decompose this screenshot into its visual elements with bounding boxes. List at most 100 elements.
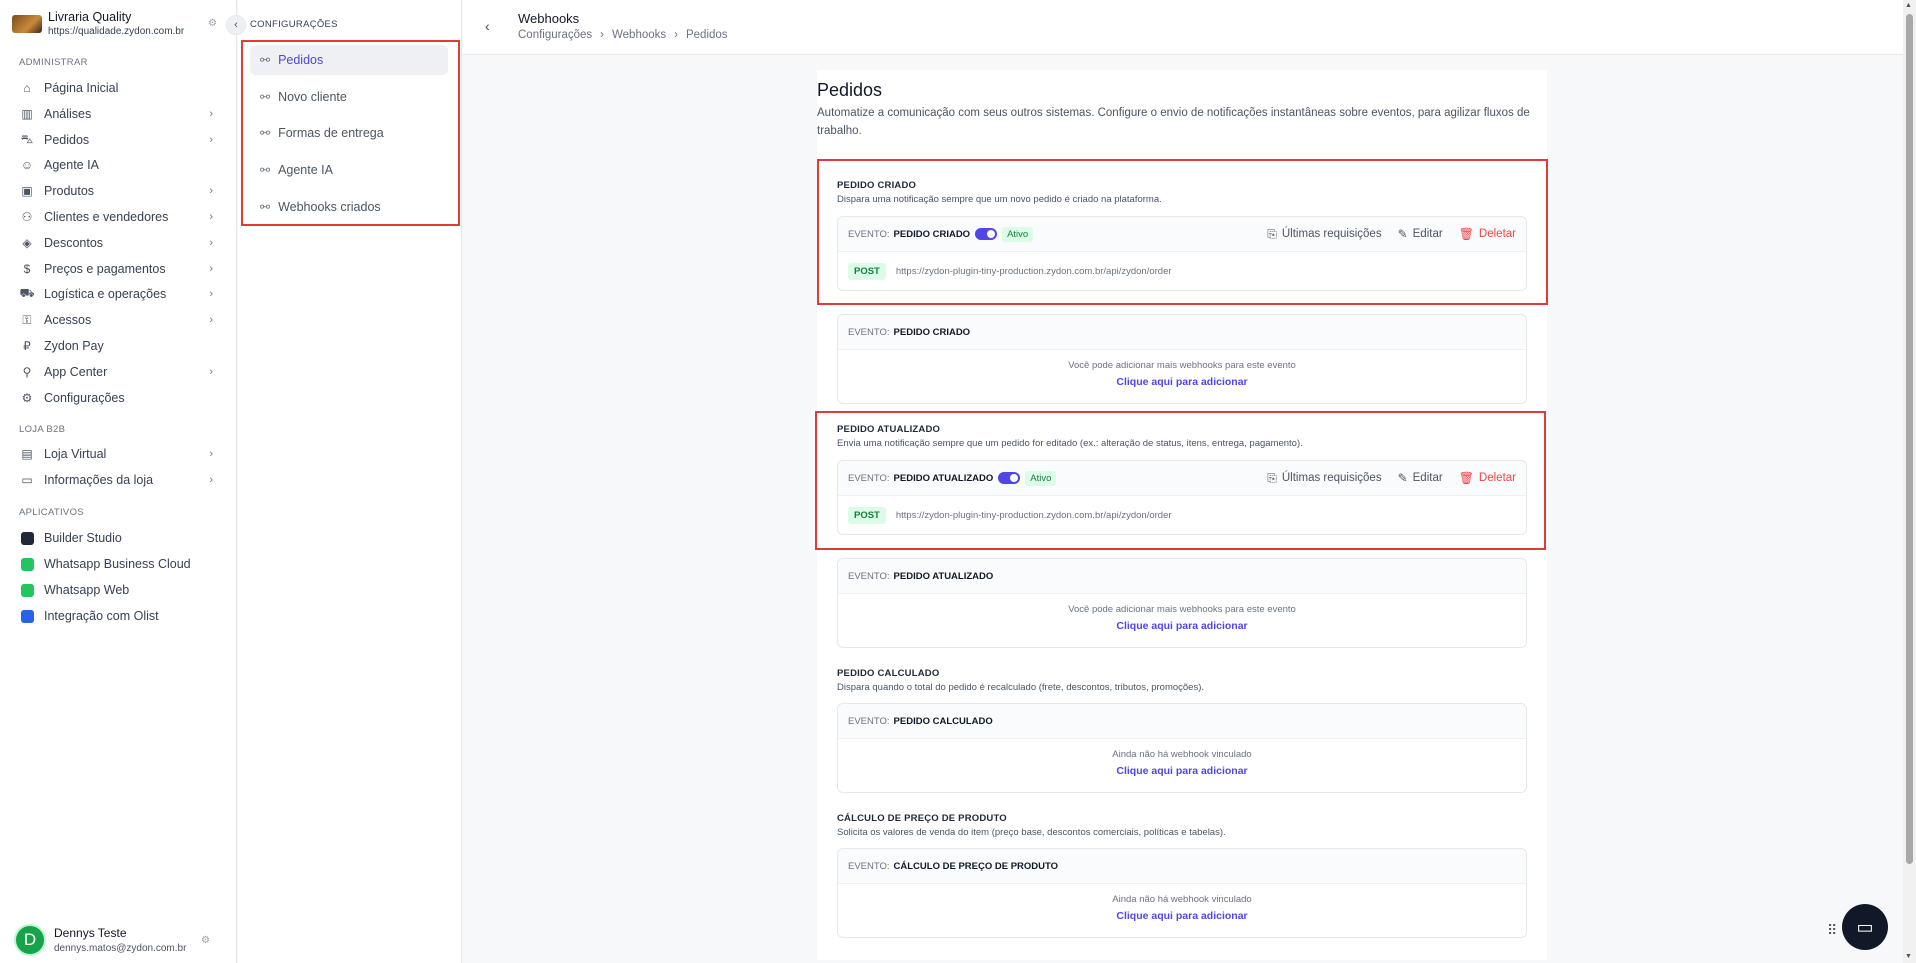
chevron-right-icon: › bbox=[209, 365, 213, 378]
delete-button[interactable]: 🗑 Deletar bbox=[1459, 471, 1516, 485]
pencil-icon: ✎ bbox=[1397, 471, 1408, 485]
event-label: EVENTO: bbox=[848, 326, 890, 338]
app-item-whatsapp-business-cloud[interactable]: Whatsapp Business Cloud bbox=[19, 553, 219, 575]
app-item-builder-studio[interactable]: Builder Studio bbox=[19, 527, 219, 549]
section-admin: ADMINISTRAR bbox=[19, 57, 88, 68]
sidebar-item-log-stica-e-opera-es[interactable]: ⛟ Logística e operações › bbox=[19, 283, 219, 305]
event-label: EVENTO: bbox=[848, 570, 890, 582]
scrollbar-thumb[interactable] bbox=[1906, 14, 1913, 864]
top-header: ‹ Webhooks Configurações › Webhooks › Pedido… bbox=[463, 0, 1903, 55]
back-icon[interactable]: ‹ bbox=[485, 18, 490, 34]
webhook-icon: ⚯ bbox=[260, 200, 271, 214]
last-requests-button[interactable]: ⎘ Últimas requisições bbox=[1267, 227, 1381, 242]
config-item-pedidos[interactable]: ⚯ Pedidos bbox=[250, 45, 448, 75]
sidebar-item-label: Clientes e vendedores bbox=[44, 210, 169, 224]
last-requests-button[interactable]: ⎘ Últimas requisições bbox=[1267, 471, 1381, 486]
scroll-down-icon[interactable]: ▼ bbox=[1905, 953, 1912, 960]
event-name: CÁLCULO DE PREÇO DE PRODUTO bbox=[893, 860, 1059, 872]
scroll-up-icon[interactable]: ▲ bbox=[1905, 2, 1912, 9]
config-item-webhooks-criados[interactable]: ⚯ Webhooks criados bbox=[250, 192, 448, 222]
config-item-label: Pedidos bbox=[278, 53, 324, 67]
edit-button[interactable]: ✎ Editar bbox=[1398, 227, 1443, 241]
event-name: PEDIDO CRIADO bbox=[893, 228, 971, 240]
sidebar-item-acessos[interactable]: ⚿ Acessos › bbox=[19, 309, 219, 331]
history-icon: ⎘ bbox=[1267, 226, 1277, 241]
sidebar-item-p-gina-inicial[interactable]: ⌂ Página Inicial bbox=[19, 77, 219, 99]
chevron-right-icon: › bbox=[209, 211, 213, 223]
home-icon: ⌂ bbox=[23, 81, 31, 95]
sidebar-item-informa-es-da-loja[interactable]: ▭ Informações da loja › bbox=[19, 469, 219, 491]
user-settings-icon[interactable]: ⚙ bbox=[201, 935, 210, 946]
store-switcher[interactable]: Livraria Quality https://qualidade.zydon… bbox=[12, 10, 184, 37]
add-webhook-card: EVENTO: PEDIDO CALCULADO Ainda não há we… bbox=[837, 703, 1527, 793]
store-settings-icon[interactable]: ⚙ bbox=[208, 18, 217, 29]
webhook-card: EVENTO: PEDIDO ATUALIZADO Ativo ⎘ Últimas… bbox=[837, 460, 1527, 535]
event-name: PEDIDO CALCULADO bbox=[893, 715, 993, 727]
add-webhook-link[interactable]: Clique aqui para adicionar bbox=[1116, 910, 1247, 922]
chat-button[interactable]: ▭ bbox=[1842, 904, 1888, 950]
event-description: Dispara quando o total do pedido é recal… bbox=[837, 682, 1205, 693]
sidebar-item-label: Zydon Pay bbox=[44, 339, 104, 353]
sidebar-item-pre-os-e-pagamentos[interactable]: $ Preços e pagamentos › bbox=[19, 258, 219, 280]
delete-button[interactable]: 🗑 Deletar bbox=[1459, 227, 1516, 241]
app-icon bbox=[19, 556, 35, 572]
sidebar-item-app-center[interactable]: ⚲ App Center › bbox=[19, 361, 219, 383]
breadcrumb-item[interactable]: Configurações bbox=[518, 29, 592, 41]
sidebar-item-label: Produtos bbox=[44, 184, 95, 199]
webhook-icon: ⚯ bbox=[260, 53, 271, 67]
sidebar-item-loja-virtual[interactable]: ▤ Loja Virtual › bbox=[19, 443, 219, 465]
empty-message: Ainda não há webhook vinculado bbox=[1112, 894, 1252, 905]
chevron-right-icon: › bbox=[209, 133, 213, 146]
sidebar-item-configura-es[interactable]: ⚙ Configurações bbox=[19, 387, 219, 409]
status-badge: Ativo bbox=[1025, 470, 1057, 486]
webhook-card: EVENTO: PEDIDO CRIADO Ativo ⎘ Últimas req… bbox=[837, 216, 1527, 291]
app-item-label: Whatsapp Business Cloud bbox=[44, 557, 191, 571]
drag-handle-icon[interactable]: ⠿ bbox=[1827, 922, 1837, 939]
sidebar-item-label: Análises bbox=[44, 106, 92, 121]
user-email: dennys.matos@zydon.com.br bbox=[54, 943, 187, 954]
add-webhook-link[interactable]: Clique aqui para adicionar bbox=[1116, 376, 1247, 388]
breadcrumb: Configurações › Webhooks › Pedidos bbox=[518, 29, 728, 41]
add-webhook-link[interactable]: Clique aqui para adicionar bbox=[1116, 765, 1247, 777]
event-description: Solicita os valores de venda do item (pr… bbox=[837, 827, 1226, 838]
sidebar-item-label: Logística e operações bbox=[44, 287, 167, 302]
edit-button[interactable]: ✎ Editar bbox=[1398, 471, 1443, 485]
active-toggle[interactable] bbox=[998, 472, 1021, 484]
breadcrumb-item[interactable]: Webhooks bbox=[612, 29, 666, 41]
user-profile[interactable]: D Dennys Teste dennys.matos@zydon.com.br bbox=[14, 924, 186, 956]
section-apps: APLICATIVOS bbox=[19, 507, 84, 518]
header-title: Webhooks bbox=[518, 11, 580, 26]
bot-icon: ☺ bbox=[20, 158, 34, 173]
sidebar-item-pedidos[interactable]: ⛍ Pedidos › bbox=[19, 129, 219, 151]
page-description: Automatize a comunicação com seus outros… bbox=[817, 107, 1530, 137]
app-item-whatsapp-web[interactable]: Whatsapp Web bbox=[19, 579, 219, 601]
config-item-formas-entrega[interactable]: ⚯ Formas de entrega bbox=[250, 118, 448, 148]
edit-label: Editar bbox=[1412, 228, 1443, 240]
chevron-right-icon: › bbox=[209, 185, 213, 198]
sidebar-item-agente-ia[interactable]: ☺ Agente IA bbox=[19, 154, 219, 176]
sidebar-item-produtos[interactable]: ▣ Produtos › bbox=[19, 180, 219, 202]
empty-message: Ainda não há webhook vinculado bbox=[1112, 749, 1252, 760]
active-toggle[interactable] bbox=[975, 228, 998, 240]
edit-label: Editar bbox=[1412, 472, 1443, 484]
app-item-label: Integração com Olist bbox=[44, 609, 159, 623]
sidebar-item-zydon-pay[interactable]: ₽ Zydon Pay bbox=[19, 335, 219, 357]
sidebar-item-an-lises[interactable]: ▥ Análises › bbox=[19, 103, 219, 125]
app-item-integra-o-com-olist[interactable]: Integração com Olist bbox=[19, 605, 219, 627]
event-description: Dispara uma notificação sempre que um no… bbox=[837, 194, 1162, 205]
avatar: D bbox=[14, 924, 46, 956]
config-item-label: Novo cliente bbox=[278, 90, 347, 104]
webhook-url: https://zydon-plugin-tiny-production.zyd… bbox=[895, 265, 1172, 277]
collapse-sidebar-button[interactable]: ‹ bbox=[226, 15, 246, 35]
add-webhook-link[interactable]: Clique aqui para adicionar bbox=[1116, 620, 1247, 632]
config-item-novo-cliente[interactable]: ⚯ Novo cliente bbox=[250, 82, 448, 112]
sidebar-item-descontos[interactable]: ◈ Descontos › bbox=[19, 232, 219, 254]
section-b2b: LOJA B2B bbox=[19, 424, 66, 435]
chevron-right-icon: › bbox=[209, 288, 213, 301]
trash-icon: 🗑 bbox=[1458, 471, 1474, 485]
config-item-agente-ia[interactable]: ⚯ Agente IA bbox=[250, 155, 448, 185]
chevron-right-icon: › bbox=[209, 474, 213, 486]
event-title: PEDIDO ATUALIZADO bbox=[837, 424, 941, 435]
sidebar-item-clientes-e-vendedores[interactable]: ⚇ Clientes e vendedores › bbox=[19, 206, 219, 228]
chat-icon: ▭ bbox=[1856, 916, 1874, 937]
